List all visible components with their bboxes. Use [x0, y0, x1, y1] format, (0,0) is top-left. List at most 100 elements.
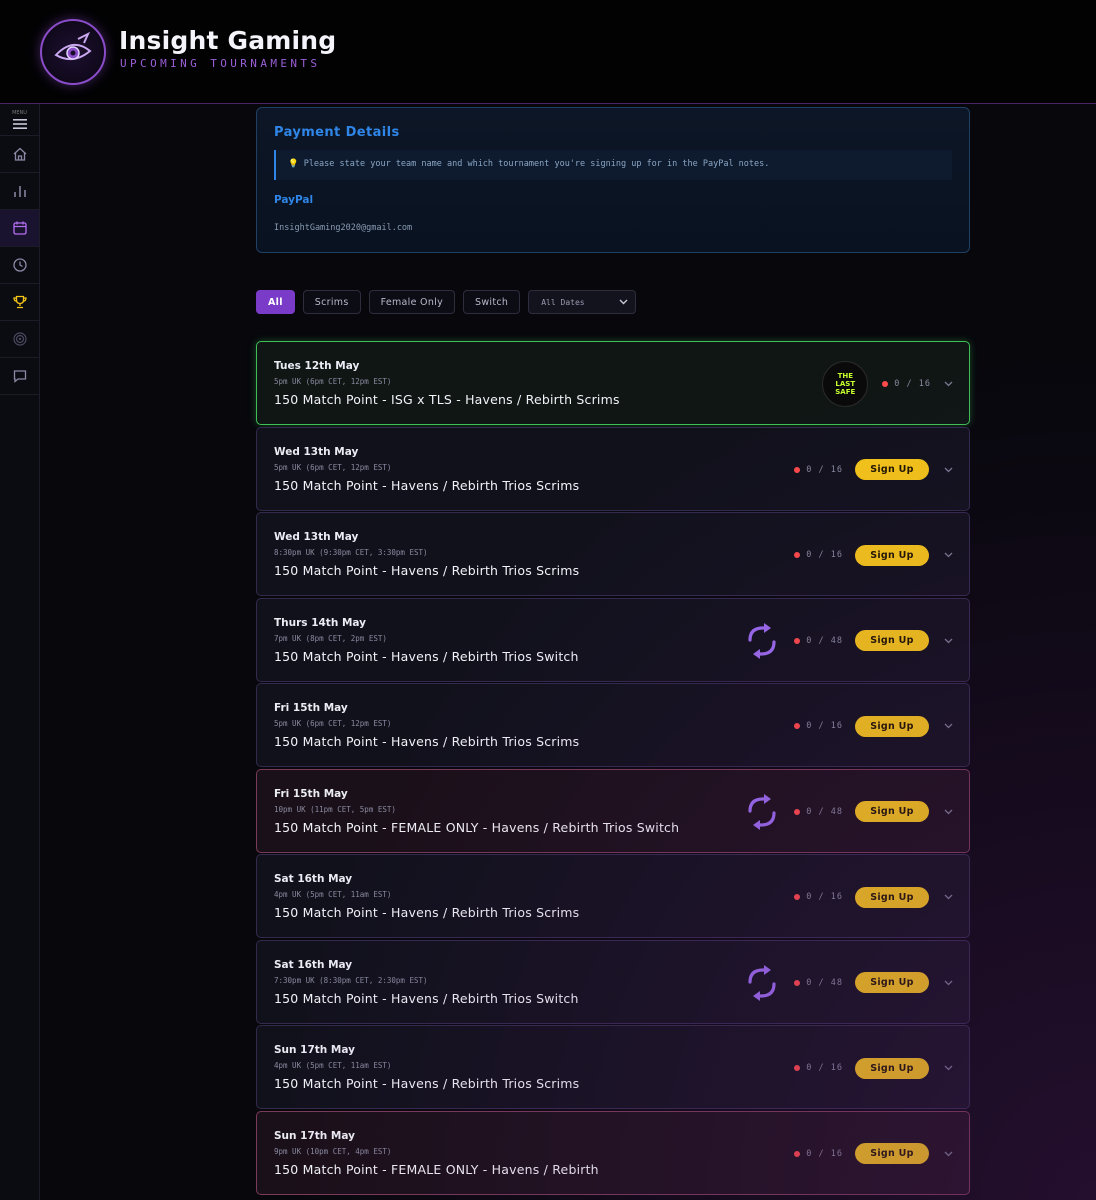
event-actions: 0 / 16 Sign Up	[794, 1112, 953, 1196]
status-dot	[794, 637, 801, 644]
slots-counter: 0 / 16	[794, 465, 843, 475]
sign-up-button[interactable]: Sign Up	[855, 544, 929, 566]
filter-switch-button[interactable]: Switch	[463, 290, 521, 314]
expand-toggle[interactable]	[943, 1065, 953, 1071]
event-time: 5pm UK (6pm CET, 12pm EST)	[274, 719, 392, 728]
chevron-down-icon	[944, 1151, 952, 1156]
status-dot	[794, 894, 801, 900]
clock-icon	[12, 258, 27, 272]
chevron-down-icon	[944, 809, 952, 814]
payment-note: 💡 Please state your team name and which …	[274, 150, 952, 180]
hamburger-icon	[12, 118, 27, 129]
event-card[interactable]: Tues 12th May 5pm UK (6pm CET, 12pm EST) 1…	[256, 341, 970, 425]
event-date: Sun 17th May	[274, 1129, 355, 1142]
expand-toggle[interactable]	[943, 638, 953, 644]
event-title: 150 Match Point - Havens / Rebirth Trios…	[274, 648, 579, 664]
chevron-down-icon	[944, 1065, 952, 1071]
sidebar-item-calendar[interactable]	[0, 210, 39, 247]
sign-up-button[interactable]: Sign Up	[855, 886, 929, 908]
sign-up-button[interactable]: Sign Up	[855, 1057, 929, 1079]
chevron-down-icon	[619, 299, 628, 305]
home-icon	[13, 147, 26, 161]
slots-text: 0 / 48	[806, 635, 843, 646]
switch-icon-wrap	[742, 621, 782, 661]
chevron-down-icon	[944, 552, 952, 558]
menu-label: MENU	[12, 109, 27, 116]
paypal-label: PayPal	[274, 194, 314, 206]
event-title: 150 Match Point - ISG x TLS - Havens / R…	[274, 392, 620, 407]
event-card[interactable]: Sun 17th May 4pm UK (5pm CET, 11am EST) 15…	[256, 1025, 970, 1109]
bar-chart-icon	[13, 186, 26, 197]
filter-scrims-button[interactable]: Scrims	[302, 290, 361, 314]
sidebar-item-chat[interactable]	[0, 358, 39, 395]
slots-text: 0 / 48	[806, 977, 843, 988]
switch-icon-wrap	[742, 792, 782, 832]
event-time: 8:30pm UK (9:30pm CET, 3:30pm EST)	[274, 548, 428, 557]
expand-toggle[interactable]	[943, 809, 953, 815]
filter-bar: All Scrims Female Only Switch All Dates	[256, 290, 637, 314]
sidebar-item-trophy[interactable]	[0, 284, 39, 321]
event-actions: 0 / 16 Sign Up	[794, 855, 953, 939]
expand-toggle[interactable]	[943, 894, 953, 900]
sign-up-button[interactable]: Sign Up	[855, 801, 929, 822]
expand-toggle[interactable]	[943, 552, 953, 558]
event-card[interactable]: Wed 13th May 8:30pm UK (9:30pm CET, 3:30p…	[256, 512, 970, 596]
expand-toggle[interactable]	[943, 381, 953, 387]
badge-text: THE LAST SAFE	[835, 372, 856, 396]
expand-toggle[interactable]	[943, 467, 953, 473]
app-header: Insight Gaming UPCOMING TOURNAMENTS	[0, 0, 1096, 104]
chat-icon	[13, 370, 26, 383]
expand-toggle[interactable]	[943, 980, 953, 986]
status-dot	[794, 552, 801, 558]
paypal-email[interactable]: InsightGaming2020@gmail.com	[274, 223, 952, 233]
filter-all-button[interactable]: All	[256, 290, 295, 314]
event-card[interactable]: Sun 17th May 9pm UK (10pm CET, 4pm EST) 15…	[256, 1110, 970, 1196]
event-card[interactable]: Sat 16th May 7:30pm UK (8:30pm CET, 2:30p…	[256, 939, 970, 1024]
event-date: Sat 16th May	[274, 958, 353, 971]
expand-toggle[interactable]	[943, 723, 953, 729]
switch-arrows-icon	[748, 793, 776, 830]
chevron-down-icon	[944, 638, 952, 643]
event-title: 150 Match Point - Havens / Rebirth Trios…	[274, 905, 580, 920]
status-dot	[794, 723, 801, 729]
sign-up-button[interactable]: Sign Up	[855, 972, 929, 993]
date-select[interactable]: All Dates	[528, 290, 637, 314]
sign-up-button[interactable]: Sign Up	[855, 630, 929, 651]
slots-text: 0 / 16	[806, 464, 843, 475]
insight-gaming-logo[interactable]	[40, 19, 106, 85]
status-dot	[794, 466, 801, 473]
sidebar-item-target[interactable]	[0, 321, 39, 358]
event-date: Tues 12th May	[274, 360, 360, 372]
event-actions: THE LAST SAFE 0 / 16	[822, 342, 953, 426]
event-time: 4pm UK (5pm CET, 11am EST)	[274, 1061, 392, 1070]
event-date: Wed 13th May	[274, 445, 359, 458]
sign-up-button[interactable]: Sign Up	[855, 459, 929, 480]
event-card[interactable]: Sat 16th May 4pm UK (5pm CET, 11am EST) 15…	[256, 854, 970, 938]
event-card[interactable]: Wed 13th May 5pm UK (6pm CET, 12pm EST) 15…	[256, 426, 970, 512]
status-dot	[794, 1065, 801, 1071]
filter-female-only-button[interactable]: Female Only	[368, 290, 456, 314]
sign-up-button[interactable]: Sign Up	[855, 1143, 929, 1164]
event-date: Fri 15th May	[274, 787, 348, 800]
switch-arrows-icon	[748, 622, 776, 659]
event-date: Thurs 14th May	[274, 616, 367, 629]
event-card[interactable]: Thurs 14th May 7pm UK (8pm CET, 2pm EST) 1…	[256, 597, 970, 682]
event-actions: 0 / 16 Sign Up	[794, 428, 953, 512]
sign-up-button[interactable]: Sign Up	[855, 715, 929, 737]
event-date: Fri 15th May	[274, 702, 348, 714]
event-card[interactable]: Fri 15th May 5pm UK (6pm CET, 12pm EST) 15…	[256, 683, 970, 767]
the-last-safe-badge: THE LAST SAFE	[822, 361, 869, 407]
expand-toggle[interactable]	[943, 1151, 953, 1157]
event-time: 10pm UK (11pm CET, 5pm EST)	[274, 804, 396, 814]
eye-logo-icon	[54, 31, 92, 61]
event-time: 9pm UK (10pm CET, 4pm EST)	[274, 1146, 392, 1156]
sidebar-item-home[interactable]	[0, 136, 39, 173]
sidebar-item-stats[interactable]	[0, 173, 39, 210]
event-time: 7pm UK (8pm CET, 2pm EST)	[274, 633, 387, 643]
slots-counter: 0 / 16	[794, 1063, 843, 1073]
slots-counter: 0 / 48	[794, 807, 843, 817]
chevron-down-icon	[944, 894, 952, 900]
menu-toggle[interactable]: MENU	[0, 104, 39, 136]
event-card[interactable]: Fri 15th May 10pm UK (11pm CET, 5pm EST) 1…	[256, 768, 970, 853]
sidebar-item-history[interactable]	[0, 247, 39, 284]
